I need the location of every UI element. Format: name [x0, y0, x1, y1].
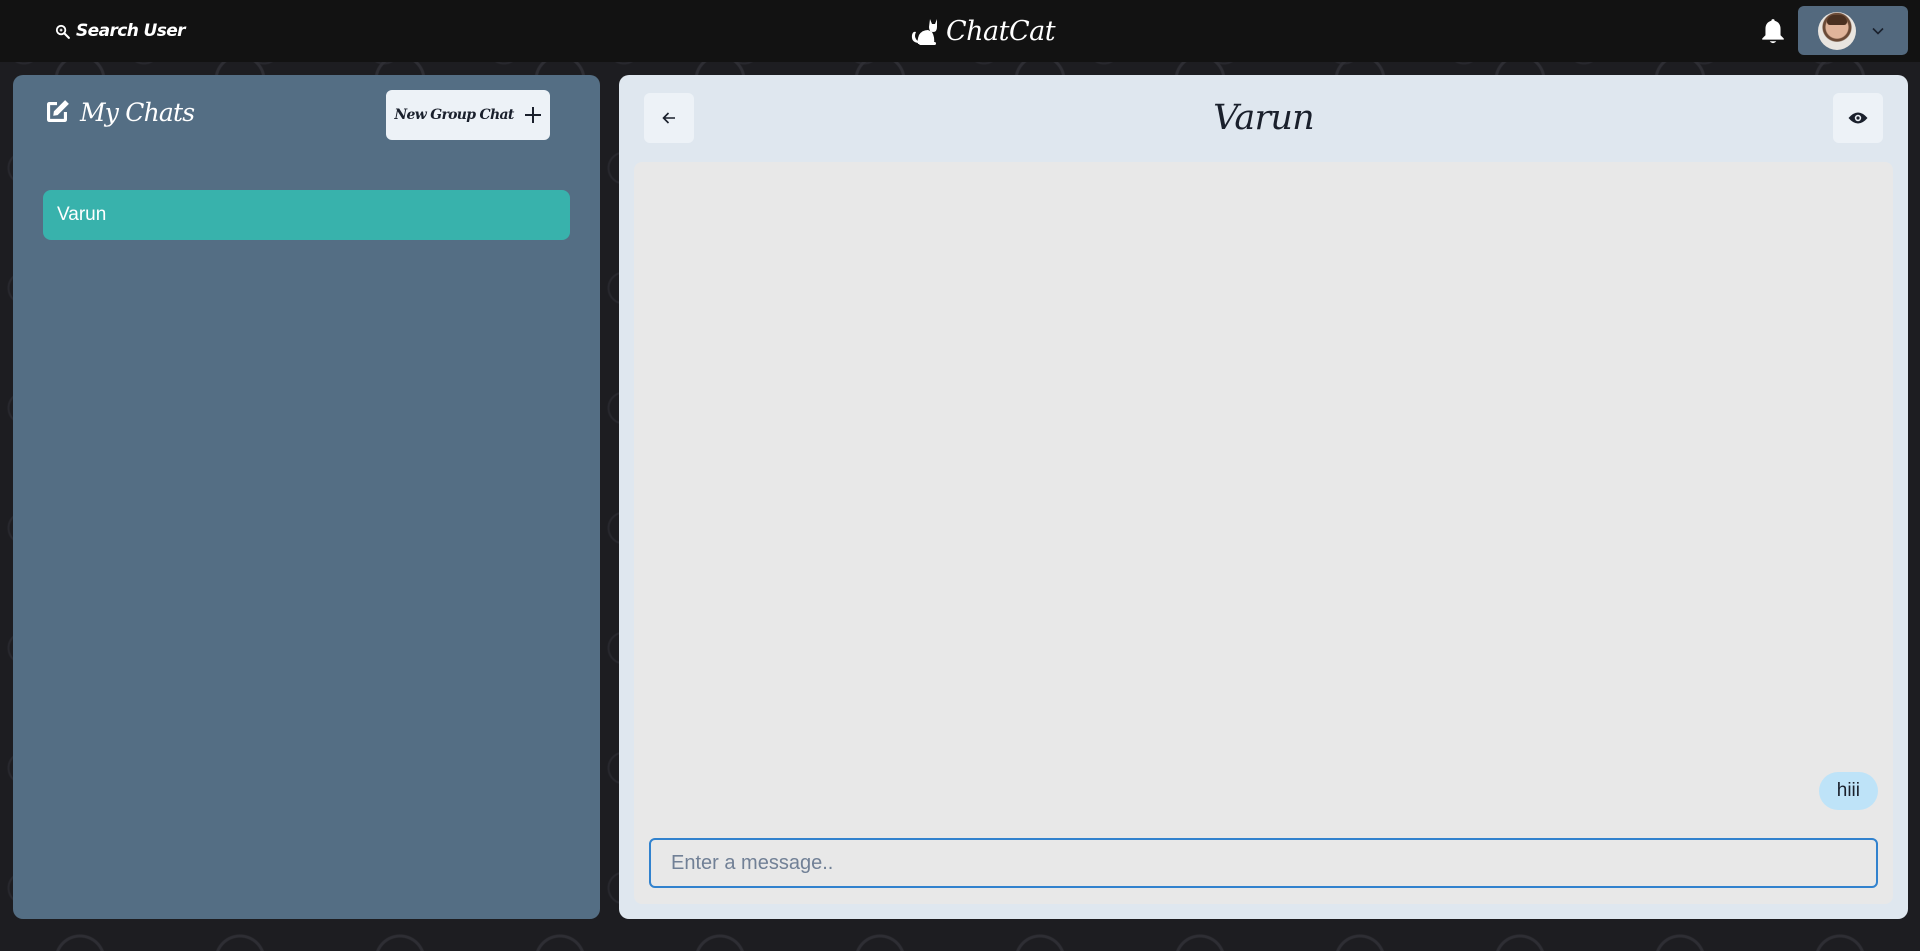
search-icon [55, 24, 70, 39]
back-button[interactable] [644, 93, 694, 143]
chat-list: Varun [43, 190, 570, 240]
messages-area[interactable]: hiii [634, 162, 1893, 904]
brand-logo: ChatCat [908, 10, 1056, 52]
new-group-chat-label: New Group Chat [394, 107, 514, 123]
chat-list-item-name: Varun [57, 204, 107, 225]
message-bubble-sent: hiii [1818, 772, 1878, 810]
arrow-left-icon [662, 112, 675, 124]
message-text: hiii [1836, 780, 1860, 801]
my-chats-panel: My Chats New Group Chat Varun [13, 75, 600, 919]
edit-icon [47, 100, 69, 122]
chat-title: Varun [1213, 98, 1315, 138]
message-input[interactable] [649, 838, 1878, 888]
cat-icon [911, 19, 937, 45]
my-chats-heading: My Chats [42, 94, 195, 130]
notifications-button[interactable] [1760, 17, 1786, 45]
view-profile-button[interactable] [1833, 93, 1883, 143]
bell-icon [1762, 19, 1784, 44]
my-chats-title: My Chats [80, 97, 195, 127]
chevron-down-icon [1872, 27, 1884, 35]
chat-list-item-varun[interactable]: Varun [43, 190, 570, 240]
search-user-label: Search User [76, 21, 186, 41]
top-navbar: Search User ChatCat [0, 0, 1920, 62]
brand-name: ChatCat [946, 15, 1056, 47]
search-user-button[interactable]: Search User [48, 14, 191, 48]
chat-window: Varun hiii [619, 75, 1908, 919]
plus-icon [524, 107, 541, 123]
new-group-chat-button[interactable]: New Group Chat [386, 90, 550, 140]
eye-icon [1848, 112, 1868, 124]
profile-menu-button[interactable] [1798, 6, 1908, 55]
user-avatar [1818, 11, 1856, 50]
